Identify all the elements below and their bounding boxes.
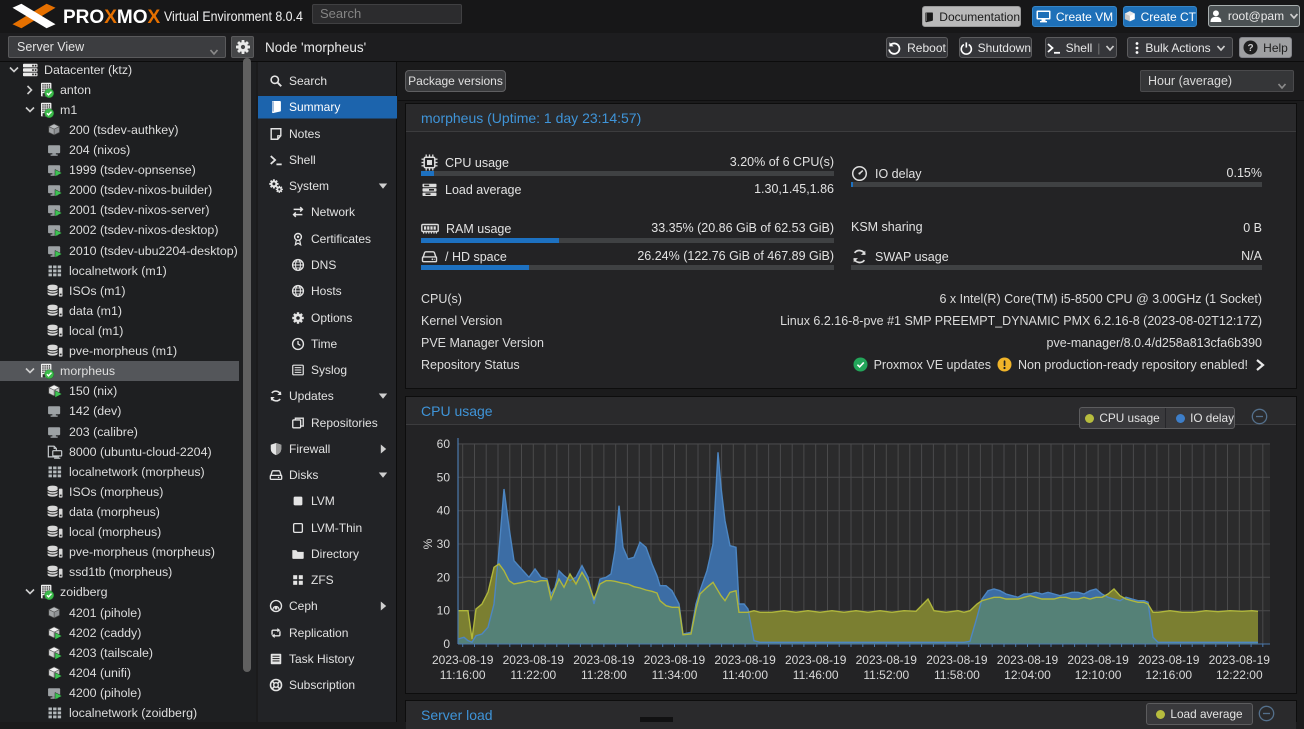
- svg-text:60: 60: [437, 437, 451, 451]
- svg-text:10: 10: [437, 604, 451, 618]
- svg-text:%: %: [421, 538, 435, 549]
- svg-text:11:40:00: 11:40:00: [722, 668, 768, 682]
- svg-text:30: 30: [437, 537, 451, 551]
- svg-text:2023-08-19: 2023-08-19: [503, 653, 565, 667]
- svg-text:2023-08-19: 2023-08-19: [714, 653, 776, 667]
- svg-text:11:52:00: 11:52:00: [863, 668, 909, 682]
- svg-text:11:28:00: 11:28:00: [581, 668, 627, 682]
- svg-text:11:58:00: 11:58:00: [934, 668, 980, 682]
- svg-text:2023-08-19: 2023-08-19: [1209, 653, 1271, 667]
- svg-text:11:22:00: 11:22:00: [510, 668, 556, 682]
- svg-text:11:16:00: 11:16:00: [440, 668, 486, 682]
- svg-text:2023-08-19: 2023-08-19: [644, 653, 706, 667]
- svg-text:2023-08-19: 2023-08-19: [926, 653, 988, 667]
- svg-text:2023-08-19: 2023-08-19: [785, 653, 847, 667]
- svg-text:2023-08-19: 2023-08-19: [432, 653, 494, 667]
- svg-text:40: 40: [437, 504, 451, 518]
- svg-text:2023-08-19: 2023-08-19: [573, 653, 635, 667]
- svg-text:12:22:00: 12:22:00: [1216, 668, 1263, 682]
- svg-text:20: 20: [437, 570, 451, 584]
- svg-text:11:46:00: 11:46:00: [793, 668, 839, 682]
- svg-text:50: 50: [437, 470, 451, 484]
- svg-text:2023-08-19: 2023-08-19: [1138, 653, 1200, 667]
- svg-text:12:10:00: 12:10:00: [1075, 668, 1122, 682]
- svg-text:11:34:00: 11:34:00: [652, 668, 698, 682]
- svg-text:12:04:00: 12:04:00: [1004, 668, 1051, 682]
- svg-text:12:16:00: 12:16:00: [1145, 668, 1192, 682]
- svg-text:2023-08-19: 2023-08-19: [997, 653, 1059, 667]
- svg-text:2023-08-19: 2023-08-19: [1067, 653, 1129, 667]
- svg-text:0: 0: [443, 637, 450, 651]
- svg-text:2023-08-19: 2023-08-19: [856, 653, 918, 667]
